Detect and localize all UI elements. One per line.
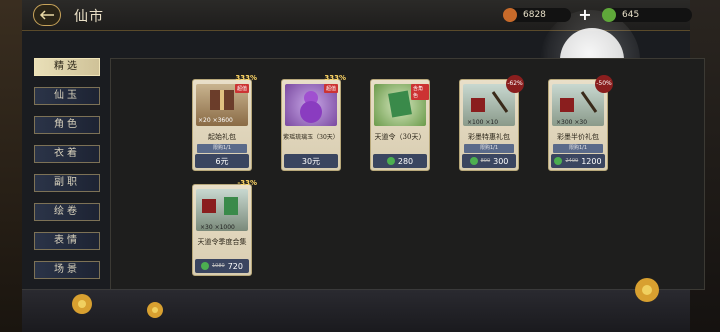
heavenly-season-art: ×30 ×1000 (196, 189, 248, 231)
copper-coin-balance: 6828 (503, 8, 571, 22)
discount-badge: 333% (324, 74, 346, 82)
jade-icon (386, 157, 395, 165)
jade-icon (200, 262, 209, 270)
sidebar-item-clothing[interactable]: 衣着 (34, 145, 100, 163)
sidebar-item-scenes[interactable]: 场景 (34, 261, 100, 279)
left-border (0, 0, 22, 332)
discount-badge: 333% (235, 74, 257, 82)
card-price: 6元 (215, 156, 229, 166)
arrow-left-icon (39, 10, 54, 20)
starter-pack-art-label: ×20 ×3600 (198, 117, 233, 124)
add-currency-button[interactable]: + (577, 7, 593, 23)
heavenly-season-art-label: ×30 ×1000 (200, 224, 235, 231)
buy-button[interactable]: 6元 (195, 154, 249, 168)
sidebar-item-emotes[interactable]: 表情 (34, 232, 100, 250)
buy-button[interactable]: 800 300 (462, 154, 516, 168)
card-ribbon: 含角色 (411, 84, 429, 100)
jade-icon (469, 157, 478, 165)
purchase-limit: 限购1/1 (553, 144, 603, 153)
sidebar-item-side-jobs[interactable]: 副职 (34, 174, 100, 192)
jade-icon (554, 157, 563, 165)
sidebar-item-scrolls[interactable]: 绘卷 (34, 203, 100, 221)
card-name: 天道令（30天） (374, 133, 426, 141)
original-price: 2400 (565, 158, 579, 164)
discount-badge: -33% (237, 179, 257, 187)
product-card-heavenly-season[interactable]: ×30 ×1000 -33% 天道令季度合集 1080 720 (192, 179, 257, 276)
card-ribbon: 超值 (324, 84, 339, 93)
product-card-color-ink-deal[interactable]: ×100 ×10 -62% 彩墨特惠礼包 限购1/1 800 300 (459, 75, 524, 171)
product-card-starter-pack[interactable]: ×20 ×3600 超值 333% 起始礼包 限购1/1 6元 (192, 74, 257, 171)
copper-coin-icon (503, 8, 517, 22)
lotus-flower-icon (147, 302, 163, 318)
color-ink-deal-art-label: ×100 ×10 (467, 119, 498, 126)
brush-icon: ×300 ×30 (556, 91, 598, 126)
card-name: 起始礼包 (208, 133, 236, 141)
copper-coin-value: 6828 (523, 10, 546, 20)
original-price: 1080 (211, 263, 225, 269)
page-title: 仙市 (74, 9, 104, 25)
card-name: 彩墨特惠礼包 (468, 133, 510, 141)
bundle-icon: ×30 ×1000 (200, 197, 238, 231)
buy-button[interactable]: 2400 1200 (551, 154, 605, 168)
sidebar-item-jade[interactable]: 仙玉 (34, 87, 100, 105)
buy-button[interactable]: 280 (373, 154, 427, 168)
sidebar-item-featured[interactable]: 精选 (34, 58, 100, 76)
card-price: 1200 (581, 156, 602, 166)
back-button[interactable] (33, 4, 61, 26)
card-price: 720 (227, 261, 243, 271)
color-ink-deal-art: ×100 ×10 (463, 84, 515, 126)
product-card-color-ink-half[interactable]: ×300 ×30 -50% 彩墨半价礼包 限购1/1 2400 1200 (548, 75, 613, 171)
purchase-limit: 限购1/1 (197, 144, 247, 153)
color-ink-half-art: ×300 ×30 (552, 84, 604, 126)
card-name: 彩墨半价礼包 (557, 133, 599, 141)
discount-badge: -50% (595, 75, 613, 93)
footer-decoration (22, 289, 690, 332)
card-price: 300 (493, 156, 509, 166)
card-name: 紫瑶琉璃玉（30天） (283, 134, 339, 141)
brush-icon: ×100 ×10 (467, 91, 509, 126)
card-ribbon: 超值 (235, 84, 250, 93)
purchase-limit: 限购1/1 (464, 144, 514, 153)
jade-balance: 645 (602, 8, 692, 22)
card-price: 30元 (301, 156, 321, 166)
lotus-flower-icon (635, 278, 659, 302)
original-price: 800 (480, 158, 491, 164)
card-name: 天道令季度合集 (197, 238, 247, 246)
sidebar-item-characters[interactable]: 角色 (34, 116, 100, 134)
lotus-flower-icon (72, 294, 92, 314)
color-ink-half-art-label: ×300 ×30 (556, 119, 587, 126)
jade-value: 645 (622, 10, 640, 20)
card-price: 280 (397, 156, 414, 166)
buy-button[interactable]: 1080 720 (195, 259, 249, 273)
product-card-heavenly-token[interactable]: 含角色 天道令（30天） 280 (370, 79, 430, 171)
discount-badge: -62% (506, 75, 524, 93)
jade-icon (602, 8, 616, 22)
buy-button[interactable]: 30元 (284, 154, 338, 168)
product-card-purple-jade[interactable]: 超值 333% 紫瑶琉璃玉（30天） 30元 (281, 74, 346, 171)
